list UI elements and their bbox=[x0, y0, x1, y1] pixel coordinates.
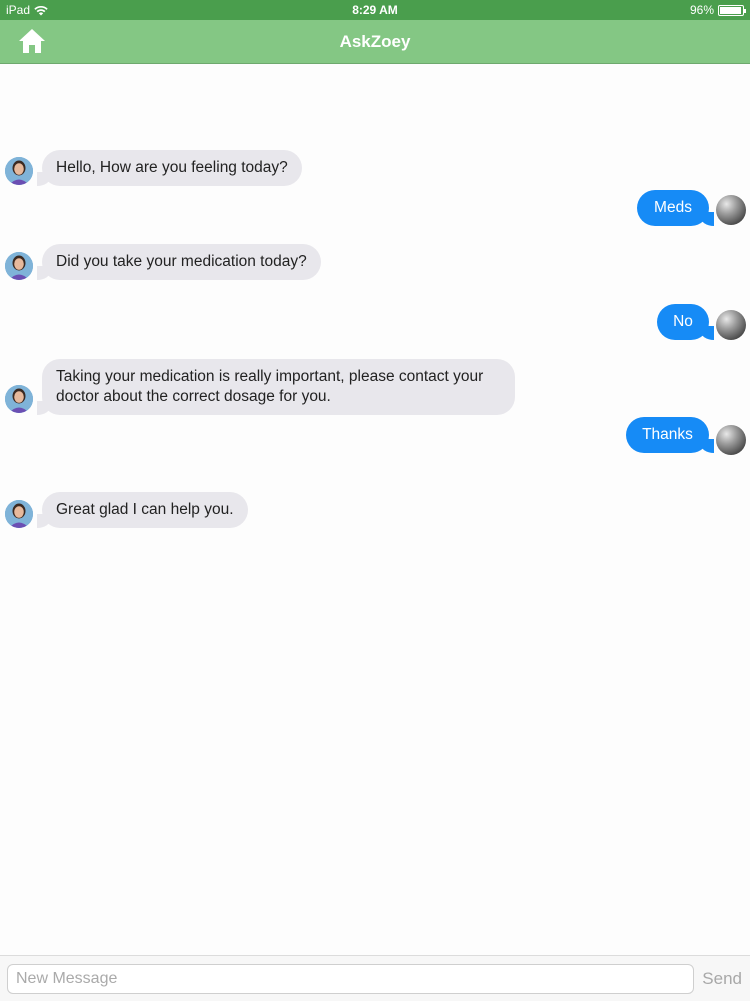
message-text: Hello, How are you feeling today? bbox=[56, 159, 288, 176]
incoming-message: Great glad I can help you. bbox=[37, 492, 248, 528]
chat-area[interactable]: Hello, How are you feeling today? Meds D… bbox=[0, 64, 750, 954]
outgoing-message: Meds bbox=[637, 190, 714, 226]
message-text: Thanks bbox=[642, 426, 693, 443]
outgoing-message: Thanks bbox=[626, 417, 714, 453]
battery-icon bbox=[718, 4, 746, 16]
status-right: 96% bbox=[689, 3, 746, 17]
message-text: No bbox=[673, 313, 693, 330]
message-text: Did you take your medication today? bbox=[56, 253, 307, 270]
outgoing-message: No bbox=[657, 304, 714, 340]
incoming-message: Hello, How are you feeling today? bbox=[37, 150, 302, 186]
status-bar: iPad 8:29 AM 96% bbox=[0, 0, 750, 20]
message-text: Great glad I can help you. bbox=[56, 501, 234, 518]
page-title: AskZoey bbox=[339, 32, 411, 51]
message-text-line: doctor about the correct dosage for you. bbox=[56, 388, 331, 405]
user-avatar bbox=[716, 310, 746, 340]
message-composer: Send bbox=[0, 955, 750, 1001]
message-text-line: Taking your medication is really importa… bbox=[56, 368, 484, 385]
zoey-avatar bbox=[5, 157, 33, 185]
nav-bar: AskZoey bbox=[0, 20, 750, 64]
incoming-message: Taking your medication is really importa… bbox=[37, 359, 515, 415]
battery-percent: 96% bbox=[689, 3, 714, 17]
user-avatar bbox=[716, 195, 746, 225]
zoey-avatar bbox=[5, 252, 33, 280]
message-text: Meds bbox=[654, 199, 692, 216]
zoey-avatar bbox=[5, 500, 33, 528]
user-avatar bbox=[716, 425, 746, 455]
send-button[interactable]: Send bbox=[702, 969, 742, 989]
incoming-message: Did you take your medication today? bbox=[37, 244, 321, 280]
status-time: 8:29 AM bbox=[352, 3, 398, 17]
new-message-input[interactable] bbox=[7, 964, 694, 994]
zoey-avatar bbox=[5, 385, 33, 413]
